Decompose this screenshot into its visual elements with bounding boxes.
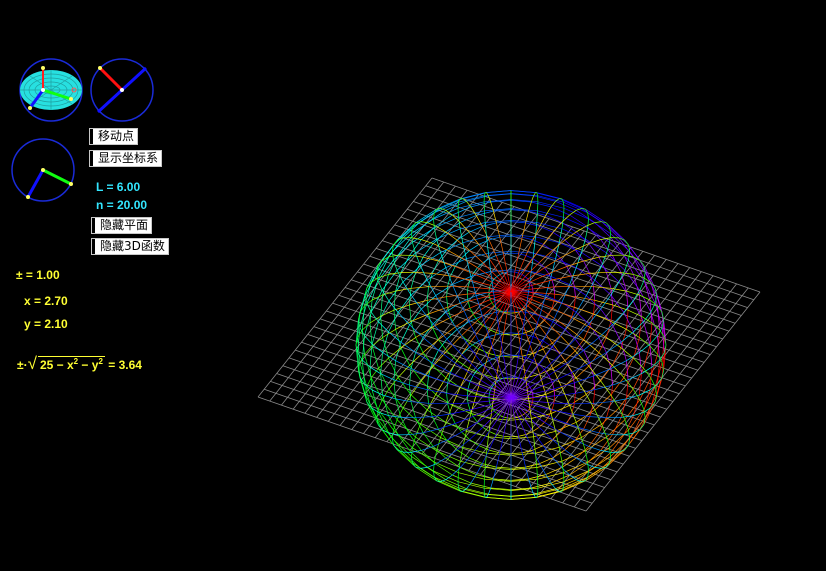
3d-plot-canvas[interactable] <box>0 0 826 571</box>
sphere-wireframe <box>355 190 667 500</box>
xy-plane-grid <box>257 177 761 512</box>
